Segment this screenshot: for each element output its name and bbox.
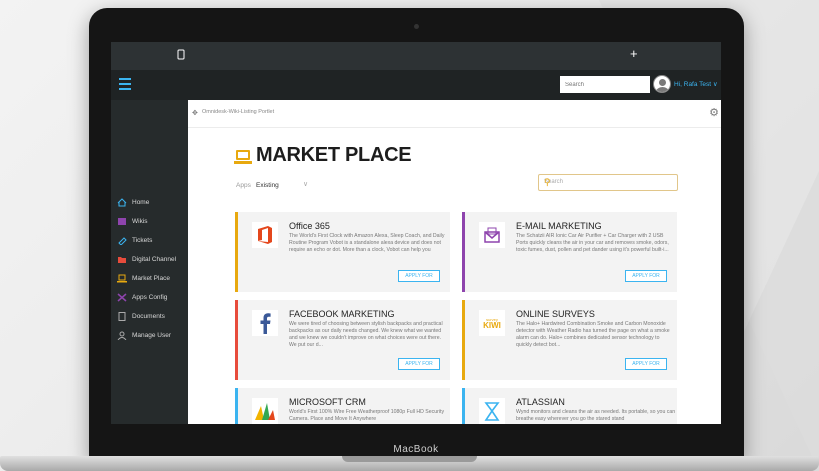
- atlassian-logo: [479, 398, 505, 424]
- crm-logo: [252, 398, 278, 424]
- apps-filter-label: Apps: [236, 182, 251, 189]
- chevron-down-icon[interactable]: ∨: [303, 180, 308, 188]
- sidebar: Home Wikis Tickets Digital Channel Marke…: [111, 100, 188, 424]
- laptop-brand-label: MacBook: [393, 444, 439, 455]
- sidebar-item-manage-user[interactable]: Manage User: [117, 331, 171, 340]
- camera: [414, 24, 419, 29]
- document-icon: [118, 312, 126, 321]
- card-title: E-MAIL MARKETING: [516, 221, 602, 231]
- apply-button[interactable]: APPLY FOR: [398, 358, 440, 370]
- card-title: Office 365: [289, 221, 330, 231]
- card-description: We were tired of choosing between stylis…: [289, 321, 443, 348]
- sidebar-item-label: Digital Channel: [132, 256, 177, 263]
- app-card: MICROSOFT CRM World's First 100% Wire Fr…: [235, 388, 450, 424]
- marketplace-content: MARKET PLACE Apps Existing ∨ Search ⚲ Of…: [188, 128, 721, 424]
- sidebar-item-apps-config[interactable]: Apps Config: [117, 293, 167, 302]
- search-icon[interactable]: ⚲: [544, 177, 673, 188]
- sidebar-item-digital-channel[interactable]: Digital Channel: [117, 255, 176, 264]
- menu-icon[interactable]: [119, 78, 131, 93]
- card-description: The World's First Clock with Amazon Alex…: [289, 233, 445, 253]
- sidebar-item-label: Documents: [132, 313, 165, 320]
- top-bar: +: [111, 42, 721, 70]
- sidebar-item-label: Home: [132, 199, 150, 206]
- laptop-notch: [342, 456, 477, 462]
- sidebar-item-documents[interactable]: Documents: [117, 312, 165, 321]
- sidebar-item-label: Apps Config: [132, 294, 168, 301]
- tools-icon: [117, 293, 127, 302]
- app-card: Office 365 The World's First Clock with …: [235, 212, 450, 292]
- sidebar-item-wikis[interactable]: Wikis: [117, 217, 148, 226]
- card-title: FACEBOOK MARKETING: [289, 309, 395, 319]
- ticket-icon: [118, 237, 127, 245]
- apps-filter-select[interactable]: Existing: [256, 182, 279, 189]
- card-description: The Halo+ Hardwired Combination Smoke an…: [516, 321, 670, 348]
- sidebar-item-label: Wikis: [132, 218, 148, 225]
- main-area: ✥ Omnidesk-Wiki-Listing Portlet ⚙ MARKET…: [188, 100, 721, 424]
- page-title: MARKET PLACE: [256, 144, 412, 166]
- card-title: MICROSOFT CRM: [289, 397, 366, 407]
- move-icon[interactable]: ✥: [192, 109, 198, 117]
- tablet-icon[interactable]: [177, 48, 185, 63]
- laptop-icon: [117, 274, 127, 283]
- facebook-logo: [252, 310, 278, 336]
- app-card: ATLASSIAN Wynd monitors and cleans the a…: [462, 388, 677, 424]
- laptop-screen: + Hi, Rafa Test ∨ Home Wikis Tickets Dig…: [111, 42, 721, 424]
- card-title: ONLINE SURVEYS: [516, 309, 595, 319]
- laptop-icon: [234, 150, 252, 164]
- card-title: ATLASSIAN: [516, 397, 565, 407]
- sidebar-item-market-place[interactable]: Market Place: [117, 274, 170, 283]
- office-logo: [252, 222, 278, 248]
- sidebar-item-label: Market Place: [132, 275, 170, 282]
- home-icon: [117, 198, 127, 207]
- apply-button[interactable]: APPLY FOR: [625, 270, 667, 282]
- email-logo: [479, 222, 505, 248]
- user-icon: [117, 331, 127, 340]
- app-card: E-MAIL MARKETING The Schatzii AIR Ionic …: [462, 212, 677, 292]
- card-description: Wynd monitors and cleans the air as need…: [516, 409, 676, 422]
- app-card: FACEBOOK MARKETING We were tired of choo…: [235, 300, 450, 380]
- portlet-header: ✥ Omnidesk-Wiki-Listing Portlet ⚙: [188, 100, 721, 128]
- gear-icon[interactable]: ⚙: [709, 106, 719, 119]
- apply-button[interactable]: APPLY FOR: [625, 358, 667, 370]
- apply-button[interactable]: APPLY FOR: [398, 270, 440, 282]
- avatar[interactable]: [653, 75, 671, 93]
- add-button[interactable]: +: [630, 46, 638, 61]
- folder-icon: [118, 257, 126, 263]
- app-header: Hi, Rafa Test ∨: [111, 70, 721, 100]
- screen-bezel: MacBook: [111, 424, 721, 458]
- kiwi-logo: survey KIWI: [479, 310, 505, 336]
- sidebar-item-tickets[interactable]: Tickets: [117, 236, 152, 245]
- card-description: World's First 100% Wire Free Weatherproo…: [289, 409, 445, 422]
- user-menu[interactable]: Hi, Rafa Test ∨: [674, 80, 718, 88]
- portlet-title: Omnidesk-Wiki-Listing Portlet: [202, 109, 275, 115]
- app-card: survey KIWI ONLINE SURVEYS The Halo+ Har…: [462, 300, 677, 380]
- sidebar-item-label: Tickets: [132, 237, 153, 244]
- sidebar-item-label: Manage User: [132, 332, 172, 339]
- wiki-icon: [118, 218, 126, 225]
- marketplace-search-input[interactable]: Search ⚲: [538, 174, 678, 191]
- sidebar-item-home[interactable]: Home: [117, 198, 149, 207]
- card-description: The Schatzii AIR Ionic Car Air Purifier …: [516, 233, 669, 253]
- header-search-input[interactable]: [560, 76, 650, 93]
